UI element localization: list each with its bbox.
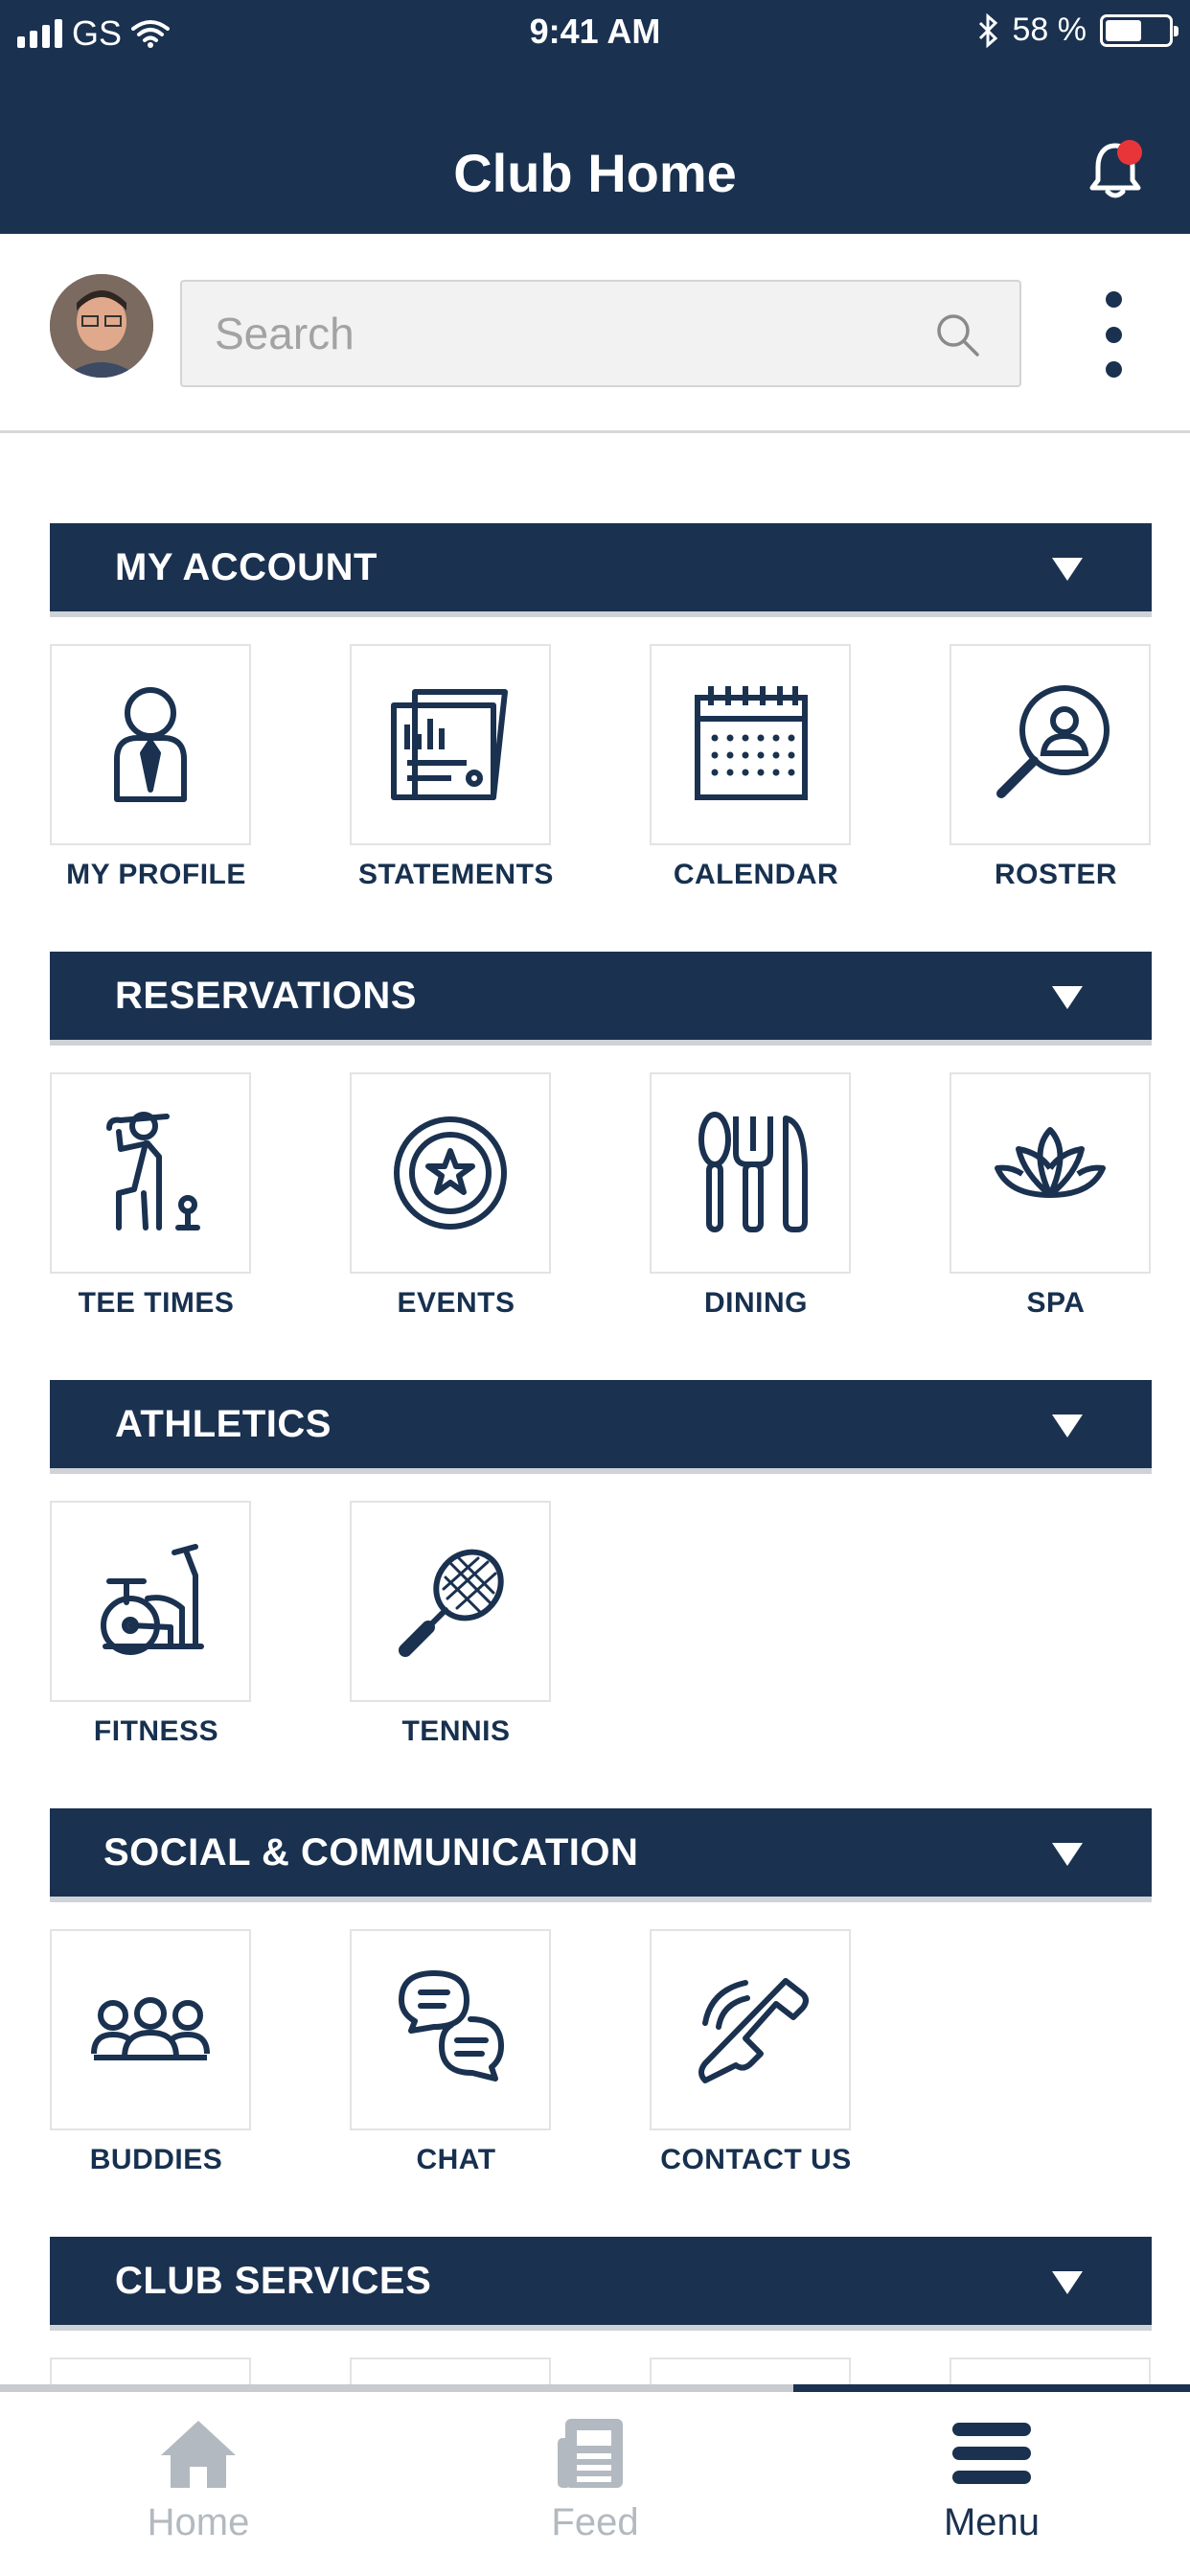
roster-icon	[996, 685, 1110, 798]
app-header: GS 9:41 AM 58 % Club Home	[0, 0, 1190, 234]
cutlery-icon	[698, 1112, 808, 1232]
section-club-services[interactable]: CLUB SERVICES	[50, 2237, 1152, 2325]
chevron-down-icon	[1052, 1843, 1083, 1866]
notification-badge	[1117, 140, 1142, 165]
tile-label: TEE TIMES	[78, 1287, 235, 1319]
home-icon	[161, 2421, 236, 2488]
chevron-down-icon	[1052, 2271, 1083, 2294]
section-athletics[interactable]: ATHLETICS	[50, 1380, 1152, 1468]
tab-indicator-active	[793, 2384, 1190, 2392]
tile-my-profile[interactable]	[50, 644, 251, 845]
tile-label: CALENDAR	[673, 859, 839, 890]
exercise-bike-icon	[101, 1544, 204, 1655]
tile-events[interactable]	[350, 1072, 551, 1274]
tile-dining[interactable]	[650, 1072, 851, 1274]
tile-contact-us[interactable]	[650, 1929, 851, 2130]
status-right: 58 %	[976, 12, 1179, 49]
section-title: CLUB SERVICES	[115, 2260, 432, 2302]
tile-fitness[interactable]	[50, 1501, 251, 1702]
tab-label: Menu	[943, 2501, 1041, 2543]
chat-bubbles-icon	[399, 1970, 504, 2082]
golfer-icon	[106, 1112, 200, 1230]
tab-menu[interactable]: Menu	[793, 2415, 1190, 2549]
section-reservations[interactable]: RESERVATIONS	[50, 952, 1152, 1040]
chevron-down-icon	[1052, 986, 1083, 1009]
search-row	[0, 234, 1190, 433]
battery-icon	[1100, 13, 1179, 47]
page-title: Club Home	[453, 143, 737, 203]
section-title: ATHLETICS	[115, 1403, 332, 1445]
section-title: SOCIAL & COMMUNICATION	[103, 1831, 639, 1874]
tile-spa[interactable]	[950, 1072, 1151, 1274]
tile-calendar[interactable]	[650, 644, 851, 845]
section-social-communication[interactable]: SOCIAL & COMMUNICATION	[50, 1808, 1152, 1897]
chevron-down-icon	[1052, 1414, 1083, 1438]
tile-label: FITNESS	[93, 1715, 219, 1747]
tab-home[interactable]: Home	[0, 2415, 397, 2549]
tab-feed[interactable]: Feed	[397, 2415, 793, 2549]
tile-tee-times[interactable]	[50, 1072, 251, 1274]
tile-label: EVENTS	[397, 1287, 515, 1319]
profile-icon	[114, 687, 187, 802]
tile-buddies[interactable]	[50, 1929, 251, 2130]
tab-label: Home	[147, 2501, 250, 2543]
tile-label: SPA	[1026, 1287, 1086, 1319]
tile-chat[interactable]	[350, 1929, 551, 2130]
group-icon	[91, 1997, 210, 2060]
tile-label: ROSTER	[994, 859, 1117, 890]
statements-icon	[391, 689, 508, 800]
tile-label: STATEMENTS	[358, 859, 554, 890]
battery-percent: 58 %	[1012, 12, 1087, 48]
feed-icon	[558, 2419, 623, 2488]
tab-label: Feed	[551, 2501, 639, 2543]
tile-roster[interactable]	[950, 644, 1151, 845]
tennis-racket-icon	[399, 1549, 504, 1657]
tile-label: MY PROFILE	[66, 859, 246, 890]
star-badge-icon	[394, 1116, 507, 1230]
chevron-down-icon	[1052, 558, 1083, 581]
more-options-icon[interactable]	[1094, 291, 1133, 378]
calendar-icon	[695, 686, 808, 800]
section-title: RESERVATIONS	[115, 975, 417, 1017]
menu-icon	[952, 2423, 1031, 2484]
status-bar: GS 9:41 AM 58 %	[0, 0, 1190, 67]
search-box	[180, 280, 1021, 387]
tile-statements[interactable]	[350, 644, 551, 845]
phone-icon	[698, 1978, 809, 2083]
tile-label: CHAT	[416, 2144, 496, 2175]
tile-label: BUDDIES	[89, 2144, 223, 2175]
section-my-account[interactable]: MY ACCOUNT	[50, 523, 1152, 611]
section-title: MY ACCOUNT	[115, 546, 378, 588]
tile-label: TENNIS	[401, 1715, 511, 1747]
avatar-photo	[50, 274, 153, 378]
search-input[interactable]	[215, 282, 885, 385]
avatar[interactable]	[50, 274, 153, 378]
tile-label: DINING	[704, 1287, 808, 1319]
tile-label: CONTACT US	[660, 2144, 852, 2175]
search-icon[interactable]	[933, 310, 981, 358]
tile-tennis[interactable]	[350, 1501, 551, 1702]
bluetooth-icon	[978, 12, 997, 48]
lotus-icon	[995, 1127, 1106, 1198]
